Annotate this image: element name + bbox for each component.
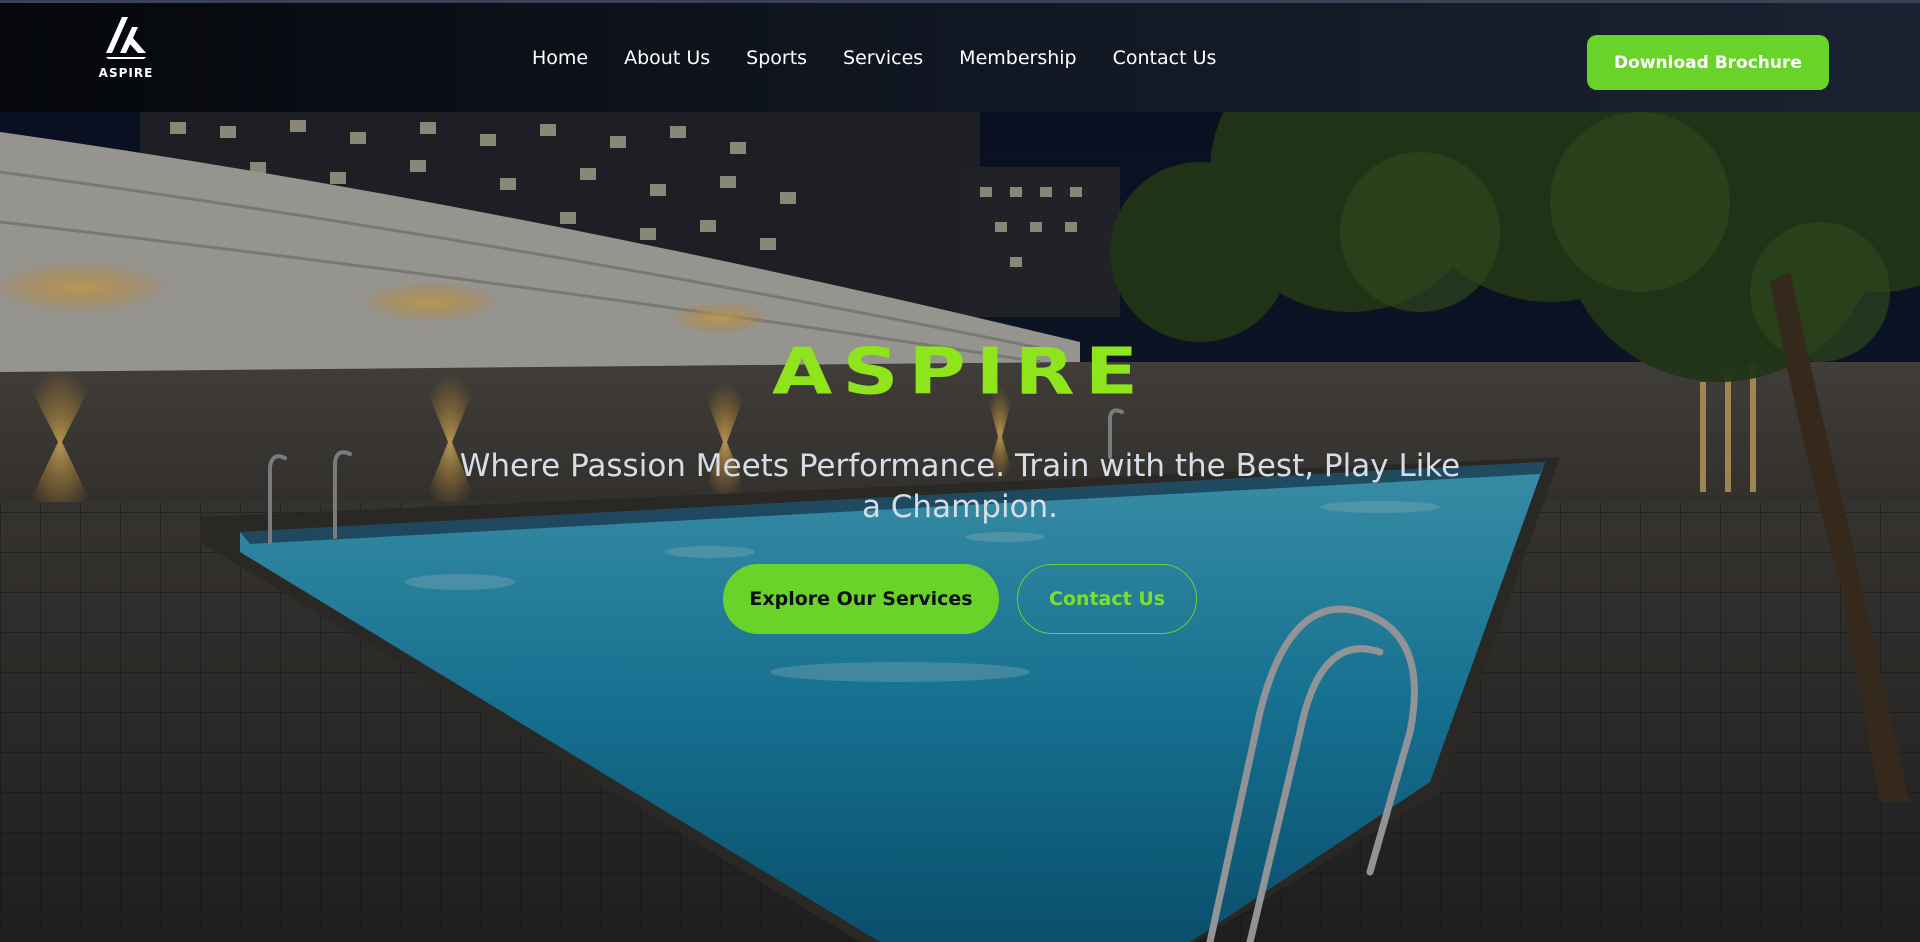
nav-contact-us[interactable]: Contact Us (1113, 47, 1217, 69)
contact-us-button[interactable]: Contact Us (1017, 564, 1197, 634)
download-brochure-button[interactable]: Download Brochure (1587, 35, 1829, 90)
nav-services[interactable]: Services (843, 47, 923, 69)
nav-home[interactable]: Home (532, 47, 588, 69)
aspire-logo-icon (106, 17, 146, 59)
explore-services-button[interactable]: Explore Our Services (723, 564, 999, 634)
hero-section: ASPIRE Where Passion Meets Performance. … (0, 112, 1920, 942)
nav-membership[interactable]: Membership (959, 47, 1076, 69)
logo-text: ASPIRE (98, 66, 154, 80)
nav-sports[interactable]: Sports (746, 47, 807, 69)
nav-about-us[interactable]: About Us (624, 47, 710, 69)
hero-title: ASPIRE (771, 335, 1149, 409)
hero-subtitle: Where Passion Meets Performance. Train w… (459, 448, 1461, 525)
main-nav: Home About Us Sports Services Membership… (532, 47, 1252, 69)
top-navbar: ASPIRE Home About Us Sports Services Mem… (0, 0, 1920, 112)
site-logo[interactable]: ASPIRE (88, 13, 164, 91)
